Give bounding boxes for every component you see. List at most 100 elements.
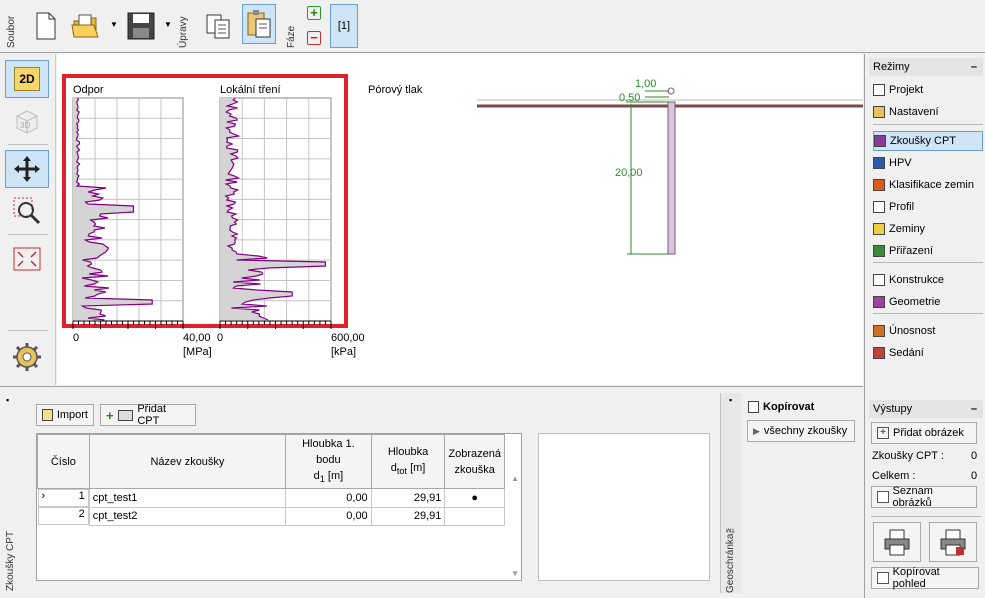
cpt-profile-chart bbox=[72, 87, 863, 329]
zoom-magnifier-icon bbox=[13, 197, 41, 225]
mode-item-7[interactable]: Přiřazení bbox=[873, 241, 983, 261]
view-2d-button[interactable]: 2D bbox=[5, 60, 49, 98]
mode-item-3[interactable]: HPV bbox=[873, 153, 983, 173]
add-image-button[interactable]: + Přidat obrázek bbox=[871, 422, 977, 444]
mode-item-label: Nastavení bbox=[889, 106, 939, 118]
cell-dtot[interactable]: 29,91 bbox=[370, 488, 446, 508]
cell-nazev[interactable]: cpt_test2 bbox=[88, 506, 287, 526]
mode-item-5[interactable]: Profil bbox=[873, 197, 983, 217]
col-hloubka[interactable]: Hloubka dtot [m] bbox=[370, 433, 446, 490]
minimize-icon[interactable]: – bbox=[971, 400, 977, 418]
row-number: 1 bbox=[78, 490, 85, 503]
stat-total-label: Celkem : bbox=[872, 470, 916, 482]
stage-1-tab[interactable]: [1] bbox=[330, 4, 358, 48]
mode-item-4[interactable]: Klasifikace zemin bbox=[873, 175, 983, 195]
minimize-icon[interactable]: – bbox=[971, 58, 977, 76]
water-level-icon bbox=[873, 157, 885, 169]
table-row[interactable]: 2 cpt_test2 0,00 29,91 bbox=[37, 506, 505, 526]
dimension-top2: 0,50 bbox=[619, 92, 641, 104]
settlement-icon bbox=[873, 347, 885, 359]
mode-item-label: Konstrukce bbox=[889, 274, 945, 286]
mode-item-label: Zkoušky CPT bbox=[890, 135, 957, 147]
assign-icon bbox=[873, 245, 885, 257]
cell-shown[interactable] bbox=[444, 506, 505, 526]
save-button[interactable] bbox=[124, 6, 158, 46]
add-cpt-button[interactable]: + Přidat CPT bbox=[100, 403, 196, 427]
import-button[interactable]: Import bbox=[36, 404, 94, 426]
scroll-up-icon[interactable]: ▲ bbox=[511, 474, 519, 483]
mode-item-1[interactable]: Nastavení bbox=[873, 102, 983, 122]
pan-tool-button[interactable] bbox=[5, 150, 49, 188]
row-marker: › bbox=[41, 490, 46, 503]
mode-item-6[interactable]: Zeminy bbox=[873, 219, 983, 239]
image-list-button[interactable]: Seznam obrázků bbox=[871, 485, 977, 509]
open-file-button[interactable] bbox=[70, 6, 104, 46]
col-hloubka1[interactable]: Hloubka 1. bodu d1 [m] bbox=[285, 433, 372, 490]
mode-item-2[interactable]: Zkoušky CPT bbox=[873, 131, 983, 151]
zoom-tool-button[interactable] bbox=[5, 192, 49, 230]
mode-2d-label: 2D bbox=[14, 67, 40, 91]
open-folder-icon bbox=[71, 14, 99, 38]
col-zobrazena[interactable]: Zobrazená zkouška bbox=[444, 433, 505, 490]
new-file-button[interactable] bbox=[29, 6, 63, 46]
pin-icon[interactable]: ▪ bbox=[729, 395, 732, 405]
print-button[interactable] bbox=[873, 522, 921, 562]
gear-icon bbox=[13, 343, 41, 371]
copy-all-tests-button[interactable]: ▶ všechny zkoušky bbox=[747, 420, 855, 442]
cell-nazev[interactable]: cpt_test1 bbox=[88, 488, 287, 508]
drawing-canvas[interactable]: Odpor Lokální tření Pórový tlak 0 40,00 … bbox=[57, 54, 863, 385]
panel1-xmin: 0 bbox=[73, 332, 80, 344]
mode-item-11[interactable]: Sedání bbox=[873, 343, 983, 363]
mode-item-8[interactable]: Konstrukce bbox=[873, 270, 983, 290]
stat-cpt-label: Zkoušky CPT : bbox=[872, 450, 944, 462]
pile-shape bbox=[667, 101, 676, 255]
cell-d1[interactable]: 0,00 bbox=[285, 506, 372, 526]
main-toolbar: Soubor ▼ ▼ Úpravy Fáze + − [1] bbox=[0, 0, 985, 53]
mode-item-label: Zeminy bbox=[889, 223, 926, 235]
copy-view-label: Kopírovat pohled bbox=[892, 566, 940, 590]
fit-view-button[interactable] bbox=[5, 240, 49, 278]
save-dropdown-icon[interactable]: ▼ bbox=[164, 20, 172, 29]
profile-icon bbox=[873, 201, 885, 213]
copy-title: Kopírovat bbox=[763, 401, 815, 413]
view-3d-button[interactable]: 3D bbox=[5, 102, 49, 140]
bearing-capacity-icon bbox=[873, 325, 885, 337]
view-tools: 2D 3D bbox=[0, 54, 56, 385]
divider bbox=[871, 516, 981, 517]
right-panel: Režimy – Projekt Nastavení Zkoušky CPT HPV K… bbox=[864, 54, 985, 598]
scroll-down-icon[interactable]: ▼ bbox=[511, 569, 519, 578]
add-image-icon: + bbox=[877, 427, 889, 439]
col-cislo[interactable]: Číslo bbox=[37, 433, 90, 490]
add-stage-icon[interactable]: + bbox=[307, 6, 321, 20]
divider bbox=[8, 234, 48, 235]
copy-view-icon bbox=[877, 572, 889, 584]
col-nazev[interactable]: Název zkoušky bbox=[88, 433, 287, 490]
copy-view-button[interactable]: Kopírovat pohled bbox=[871, 566, 979, 590]
marker-cislo[interactable]: 2 bbox=[37, 507, 89, 526]
cell-dtot[interactable]: 29,91 bbox=[370, 506, 446, 526]
cell-d1[interactable]: 0,00 bbox=[285, 488, 372, 508]
mode-item-10[interactable]: Únosnost bbox=[873, 321, 983, 341]
pin-icon[interactable]: ▪ bbox=[6, 395, 9, 405]
panel1-unit: [MPa] bbox=[183, 346, 212, 358]
table-row[interactable]: › 1 cpt_test1 0,00 29,91 ● bbox=[37, 488, 505, 508]
settings-button[interactable] bbox=[5, 338, 49, 376]
stat-total-value: 0 bbox=[971, 470, 978, 482]
panel2-xmax: 600,00 bbox=[331, 332, 365, 344]
mode-item-9[interactable]: Geometrie bbox=[873, 292, 983, 312]
mode-item-0[interactable]: Projekt bbox=[873, 80, 983, 100]
open-dropdown-icon[interactable]: ▼ bbox=[110, 20, 118, 29]
marker-cislo[interactable]: › 1 bbox=[37, 489, 89, 508]
move-arrows-icon bbox=[14, 156, 40, 182]
paste-button[interactable] bbox=[242, 4, 276, 44]
cell-shown[interactable]: ● bbox=[444, 488, 505, 508]
divider bbox=[8, 144, 48, 145]
geoschranka-strip[interactable]: ▪ Geoschránka™ bbox=[720, 393, 742, 593]
import-icon bbox=[42, 409, 53, 421]
new-file-icon bbox=[36, 12, 56, 40]
bottom-panel: ▪ Zkoušky CPT Import + Přidat CPT Číslo … bbox=[0, 386, 863, 598]
copy-button[interactable] bbox=[201, 6, 235, 46]
plus-icon: + bbox=[106, 407, 114, 423]
print-preview-button[interactable] bbox=[929, 522, 977, 562]
remove-stage-icon[interactable]: − bbox=[307, 31, 321, 45]
